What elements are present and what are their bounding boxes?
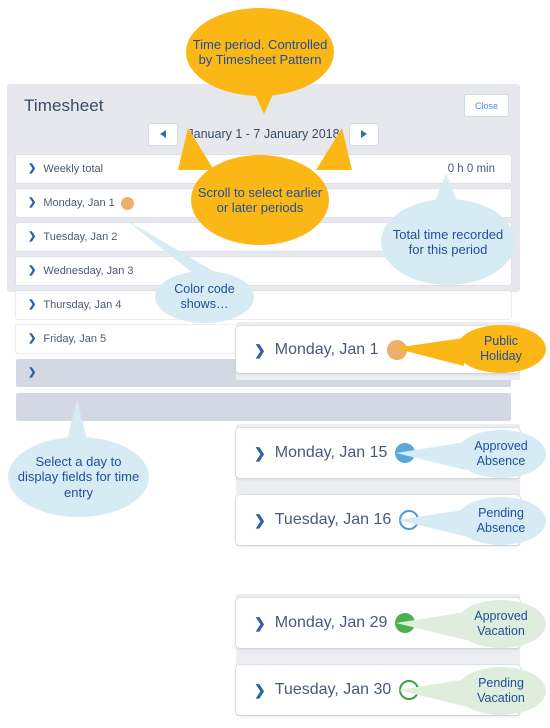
chevron-right-icon: ❯	[254, 615, 266, 631]
callout-pending-vacation: Pending Vacation	[456, 667, 546, 715]
row-label: Monday, Jan 1	[43, 197, 115, 209]
detail-card-label: Tuesday, Jan 30	[274, 681, 392, 698]
callout-pending-absence-text: Pending Absence	[476, 506, 526, 535]
callout-time-period-text: Time period. Controlled by Timesheet Pat…	[192, 36, 328, 67]
callout-approved-absence-text: Approved Absence	[474, 439, 528, 468]
detail-card-label: Monday, Jan 29	[274, 614, 388, 631]
row-label: Friday, Jan 5	[43, 333, 107, 345]
callout-scroll-tail-right	[316, 128, 352, 170]
row-label: Weekly total	[43, 163, 104, 175]
screenshot-stage: Timesheet Close January 1 - 7 January 20…	[0, 0, 550, 728]
callout-time-period: Time period. Controlled by Timesheet Pat…	[186, 8, 334, 96]
callout-total-time-text: Total time recorded for this period	[392, 226, 504, 257]
callout-color-code-text: Color code shows…	[174, 282, 235, 311]
callout-time-period-tail	[252, 88, 276, 114]
chevron-right-icon: ❯	[28, 299, 37, 310]
detail-card-label: Tuesday, Jan 16	[274, 511, 392, 528]
chevron-right-icon: ❯	[254, 445, 266, 461]
triangle-left-icon	[160, 130, 167, 138]
callout-select-day-text: Select a day to display fields for time …	[17, 454, 140, 500]
callout-scroll-text: Scroll to select earlier or later period…	[197, 184, 323, 215]
callout-select-day: Select a day to display fields for time …	[8, 437, 149, 517]
triangle-right-icon	[360, 130, 367, 138]
chevron-right-icon: ❯	[28, 197, 37, 208]
callout-pending-absence: Pending Absence	[456, 497, 546, 545]
callout-total-time: Total time recorded for this period	[381, 199, 515, 285]
chevron-right-icon: ❯	[28, 333, 37, 344]
detail-card-label: Monday, Jan 1	[274, 340, 379, 358]
table-row[interactable]: ❯ Thursday, Jan 4	[16, 291, 511, 319]
chevron-right-icon: ❯	[28, 231, 37, 242]
chevron-right-icon: ❯	[28, 163, 37, 174]
callout-pending-vacation-text: Pending Vacation	[477, 676, 525, 705]
callout-approved-vacation: Approved Vacation	[456, 600, 546, 648]
callout-public-holiday: Public Holiday	[456, 325, 546, 373]
callout-scroll: Scroll to select earlier or later period…	[191, 155, 329, 245]
previous-period-button[interactable]	[148, 122, 179, 146]
status-dot-public-holiday	[120, 196, 134, 210]
next-period-button[interactable]	[348, 122, 379, 146]
table-row[interactable]	[16, 393, 511, 421]
callout-public-holiday-text: Public Holiday	[480, 334, 522, 363]
callout-scroll-tail-left	[178, 128, 214, 170]
page-title: Timesheet	[24, 96, 104, 115]
period-navigation: January 1 - 7 January 2018	[7, 120, 520, 148]
callout-approved-vacation-text: Approved Vacation	[474, 609, 528, 638]
chevron-right-icon: ❯	[28, 367, 37, 378]
row-label: Thursday, Jan 4	[43, 299, 122, 311]
chevron-right-icon: ❯	[254, 341, 266, 358]
callout-color-code: Color code shows…	[155, 271, 254, 323]
close-button[interactable]: Close	[464, 94, 509, 117]
chevron-right-icon: ❯	[254, 682, 266, 698]
chevron-right-icon: ❯	[254, 512, 266, 528]
detail-card-label: Monday, Jan 15	[274, 444, 388, 461]
callout-approved-absence: Approved Absence	[456, 430, 546, 478]
row-label: Tuesday, Jan 2	[43, 231, 118, 243]
chevron-right-icon: ❯	[28, 265, 37, 276]
